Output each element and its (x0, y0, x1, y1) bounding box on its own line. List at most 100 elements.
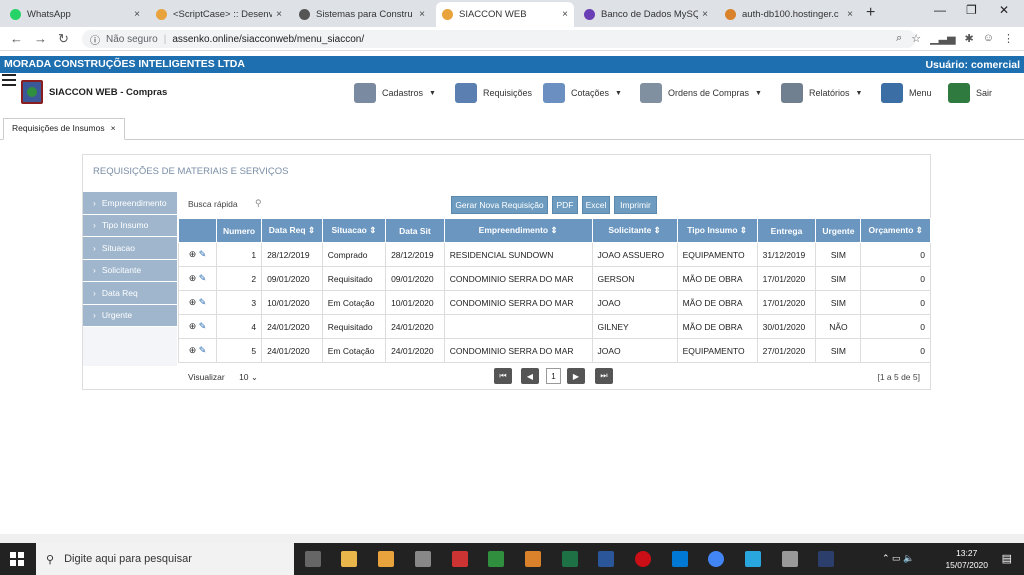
filter-item[interactable]: › Urgente (83, 304, 177, 327)
menu-item[interactable]: Cotações ▼ (543, 82, 622, 104)
table-row[interactable]: ⊕ ✎ 3 10/01/2020 Em Cotação 10/01/2020 CONDOM… (178, 290, 931, 315)
app-icon-navy[interactable] (818, 551, 834, 567)
excel-button[interactable]: Excel (582, 196, 610, 214)
puzzle-extension-icon[interactable]: ✱ (965, 32, 974, 45)
bookmark-star-icon[interactable]: ☆ (911, 32, 921, 45)
chrome-icon[interactable] (708, 551, 724, 567)
kebab-menu-icon[interactable]: ⋮ (1003, 32, 1014, 45)
close-icon[interactable]: × (419, 9, 425, 20)
first-page-button[interactable]: ⏮ (494, 368, 512, 384)
browser-tab[interactable]: Sistemas para Constru × (293, 2, 431, 27)
table-row[interactable]: ⊕ ✎ 2 09/01/2020 Requisitado 09/01/2020 CONDO… (178, 266, 931, 291)
system-tray-icons[interactable]: ⌃ ▭ 🔈 (882, 553, 914, 564)
table-cell: 0 (860, 242, 931, 267)
close-icon[interactable]: × (702, 9, 708, 20)
menu-item[interactable]: Relatórios ▼ (781, 82, 862, 104)
column-header[interactable]: Situacao ⇕ (321, 218, 387, 243)
browser-tab[interactable]: SIACCON WEB × (436, 2, 574, 27)
chevron-right-icon: › (93, 310, 96, 321)
hamburger-menu-icon[interactable] (2, 74, 16, 89)
table-row[interactable]: ⊕ ✎ 5 24/01/2020 Em Cotação 24/01/2020 CONDOM… (178, 338, 931, 363)
search-icon[interactable]: ⚲ (255, 198, 262, 209)
windows-start-icon[interactable] (10, 552, 24, 566)
pdf-button[interactable]: PDF (552, 196, 578, 214)
close-icon[interactable]: × (847, 9, 853, 20)
table-cell: CONDOMINIO SERRA DO MAR (443, 338, 593, 363)
edit-pencil-icon[interactable]: ✎ (196, 345, 207, 355)
browser-tab[interactable]: auth-db100.hostinger.c × (719, 2, 859, 27)
filter-item[interactable]: › Situacao (83, 237, 177, 260)
print-button[interactable]: Imprimir (614, 196, 657, 214)
edit-pencil-icon[interactable]: ✎ (196, 249, 207, 259)
new-tab-button[interactable]: + (866, 4, 875, 22)
menu-item[interactable]: Requisições (455, 82, 532, 104)
filter-item[interactable]: › Empreendimento (83, 192, 177, 215)
close-tab-icon[interactable]: × (111, 123, 116, 133)
browser-tab[interactable]: Banco de Dados MySQL × (578, 2, 714, 27)
column-header[interactable]: Tipo Insumo ⇕ (676, 218, 758, 243)
column-header[interactable]: Solicitante ⇕ (591, 218, 678, 243)
signal-icon[interactable]: ▁▃▅ (930, 32, 955, 45)
menu-item[interactable]: Sair (948, 82, 992, 104)
edit-pencil-icon[interactable]: ✎ (196, 297, 207, 307)
last-page-button[interactable]: ⏭ (595, 368, 613, 384)
next-page-button[interactable]: ▶ (567, 368, 585, 384)
edit-pencil-icon[interactable]: ✎ (196, 321, 207, 331)
app-icon-blue[interactable] (745, 551, 761, 567)
menu-icon (881, 83, 903, 103)
opera-icon[interactable] (635, 551, 651, 567)
zoom-icon[interactable]: ⌕ (896, 32, 902, 45)
column-header[interactable]: Orçamento ⇕ (860, 218, 931, 243)
horizontal-scrollbar[interactable] (0, 534, 1024, 543)
page-size-select[interactable]: 10 ⌄ (239, 372, 258, 382)
close-icon[interactable]: × (134, 9, 140, 20)
reload-icon[interactable]: ↻ (58, 31, 69, 47)
current-page-indicator[interactable]: 1 (546, 368, 561, 384)
table-row[interactable]: ⊕ ✎ 4 24/01/2020 Requisitado 24/01/2020 GILNE… (178, 314, 931, 339)
column-header[interactable]: Data Sit (385, 218, 445, 243)
filter-item[interactable]: › Data Req (83, 282, 177, 305)
file-explorer-icon[interactable] (341, 551, 357, 567)
app-icon-gray[interactable] (782, 551, 798, 567)
menu-item[interactable]: Cadastros ▼ (354, 82, 436, 104)
forward-icon[interactable]: → (34, 31, 47, 46)
profile-avatar-icon[interactable]: ☺ (983, 32, 994, 45)
excel-icon[interactable] (562, 551, 578, 567)
menu-item[interactable]: Menu (881, 82, 932, 104)
close-window-icon[interactable]: ✕ (999, 3, 1009, 17)
calculator-icon[interactable] (415, 551, 431, 567)
browser-tab[interactable]: WhatsApp × (4, 2, 146, 27)
quick-search-input[interactable]: Busca rápida (188, 199, 238, 209)
app-icon-red[interactable] (452, 551, 468, 567)
url-field[interactable]: ⓘ Não seguro | assenko.online/siacconweb… (82, 30, 916, 48)
column-header[interactable]: Data Req ⇕ (261, 218, 323, 243)
close-icon[interactable]: × (562, 9, 568, 20)
minimize-icon[interactable]: — (934, 3, 946, 17)
notification-icon[interactable]: ▤ (1002, 552, 1012, 565)
taskbar-search[interactable]: ⚲ Digite aqui para pesquisar (36, 543, 294, 575)
browser-tab[interactable]: <ScriptCase> :: Desenv × (150, 2, 288, 27)
prev-page-button[interactable]: ◀ (521, 368, 539, 384)
new-requisition-button[interactable]: Gerar Nova Requisição (451, 196, 548, 214)
filter-item[interactable]: › Solicitante (83, 259, 177, 282)
column-header[interactable]: Numero (215, 218, 263, 243)
mail-icon[interactable] (672, 551, 688, 567)
app-icon-orange[interactable] (525, 551, 541, 567)
menu-item[interactable]: Ordens de Compras ▼ (640, 82, 762, 104)
maximize-icon[interactable]: ❐ (966, 3, 977, 17)
clock[interactable]: 13:27 15/07/2020 (945, 547, 988, 571)
sublime-icon[interactable] (378, 551, 394, 567)
info-icon[interactable]: ⓘ (90, 32, 100, 47)
column-header[interactable]: Entrega (756, 218, 817, 243)
tab-requisicoes-insumos[interactable]: Requisições de Insumos × (3, 118, 125, 140)
app-icon-green[interactable] (488, 551, 504, 567)
back-icon[interactable]: ← (10, 31, 23, 46)
column-header[interactable]: Empreendimento ⇕ (443, 218, 593, 243)
edit-pencil-icon[interactable]: ✎ (196, 273, 207, 283)
close-icon[interactable]: × (276, 9, 282, 20)
column-header[interactable]: Urgente (815, 218, 862, 243)
filter-item[interactable]: › Tipo Insumo (83, 214, 177, 237)
task-view-icon[interactable] (305, 551, 321, 567)
table-row[interactable]: ⊕ ✎ 1 28/12/2019 Comprado 28/12/2019 RESIDENC… (178, 242, 931, 267)
word-icon[interactable] (598, 551, 614, 567)
